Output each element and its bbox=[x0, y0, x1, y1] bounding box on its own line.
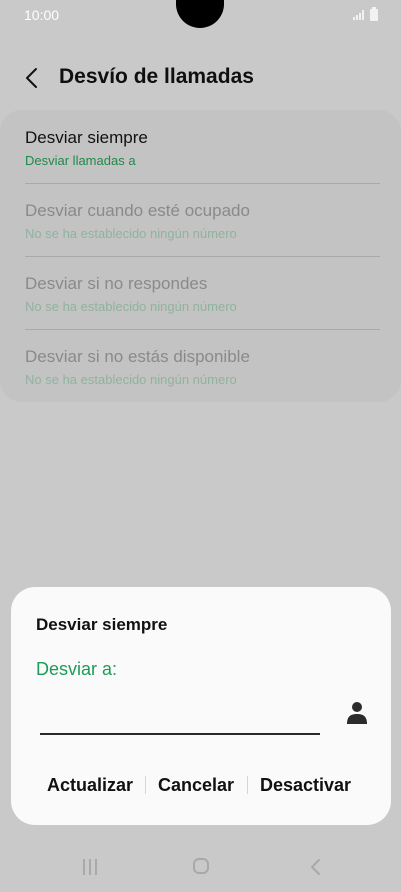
phone-number-input[interactable] bbox=[40, 693, 320, 735]
option-forward-busy[interactable]: Desviar cuando esté ocupado No se ha est… bbox=[25, 183, 380, 255]
option-subtitle: No se ha establecido ningún número bbox=[25, 226, 237, 241]
nav-back-icon[interactable] bbox=[310, 858, 322, 876]
status-bar: 10:00 bbox=[0, 0, 401, 32]
option-title: Desviar si no estás disponible bbox=[25, 347, 250, 366]
dialog-actions: Actualizar Cancelar Desactivar bbox=[11, 765, 391, 805]
update-button[interactable]: Actualizar bbox=[47, 765, 133, 805]
deactivate-button[interactable]: Desactivar bbox=[260, 765, 351, 805]
option-forward-no-answer[interactable]: Desviar si no respondes No se ha estable… bbox=[25, 256, 380, 328]
app-header: Desvío de llamadas bbox=[0, 52, 401, 104]
navigation-bar bbox=[0, 842, 401, 892]
home-icon[interactable] bbox=[193, 858, 209, 874]
option-title: Desviar siempre bbox=[25, 128, 148, 147]
dialog-title: Desviar siempre bbox=[36, 615, 168, 634]
recent-apps-icon[interactable] bbox=[82, 858, 98, 876]
screen: 10:00 Desvío de llamadas Desviar siempre… bbox=[0, 0, 401, 892]
option-forward-unreachable[interactable]: Desviar si no estás disponible No se ha … bbox=[25, 329, 380, 401]
camera-notch bbox=[176, 0, 224, 28]
battery-icon bbox=[370, 7, 378, 21]
option-subtitle: Desviar llamadas a bbox=[25, 153, 136, 168]
option-subtitle: No se ha establecido ningún número bbox=[25, 299, 237, 314]
divider bbox=[145, 776, 146, 794]
forwarding-options-list: Desviar siempre Desviar llamadas a Desvi… bbox=[0, 110, 401, 402]
option-subtitle: No se ha establecido ningún número bbox=[25, 372, 237, 387]
option-forward-always[interactable]: Desviar siempre Desviar llamadas a bbox=[25, 110, 380, 182]
option-title: Desviar cuando esté ocupado bbox=[25, 201, 250, 220]
page-title: Desvío de llamadas bbox=[59, 65, 254, 88]
back-arrow-icon[interactable] bbox=[23, 66, 43, 90]
divider bbox=[247, 776, 248, 794]
signal-icon bbox=[353, 10, 364, 20]
status-time: 10:00 bbox=[24, 7, 60, 23]
forward-to-label: Desviar a: bbox=[36, 659, 118, 679]
contact-person-icon[interactable] bbox=[346, 701, 368, 725]
forward-dialog: Desviar siempre Desviar a: Actualizar Ca… bbox=[11, 587, 391, 825]
option-title: Desviar si no respondes bbox=[25, 274, 208, 293]
cancel-button[interactable]: Cancelar bbox=[158, 765, 234, 805]
